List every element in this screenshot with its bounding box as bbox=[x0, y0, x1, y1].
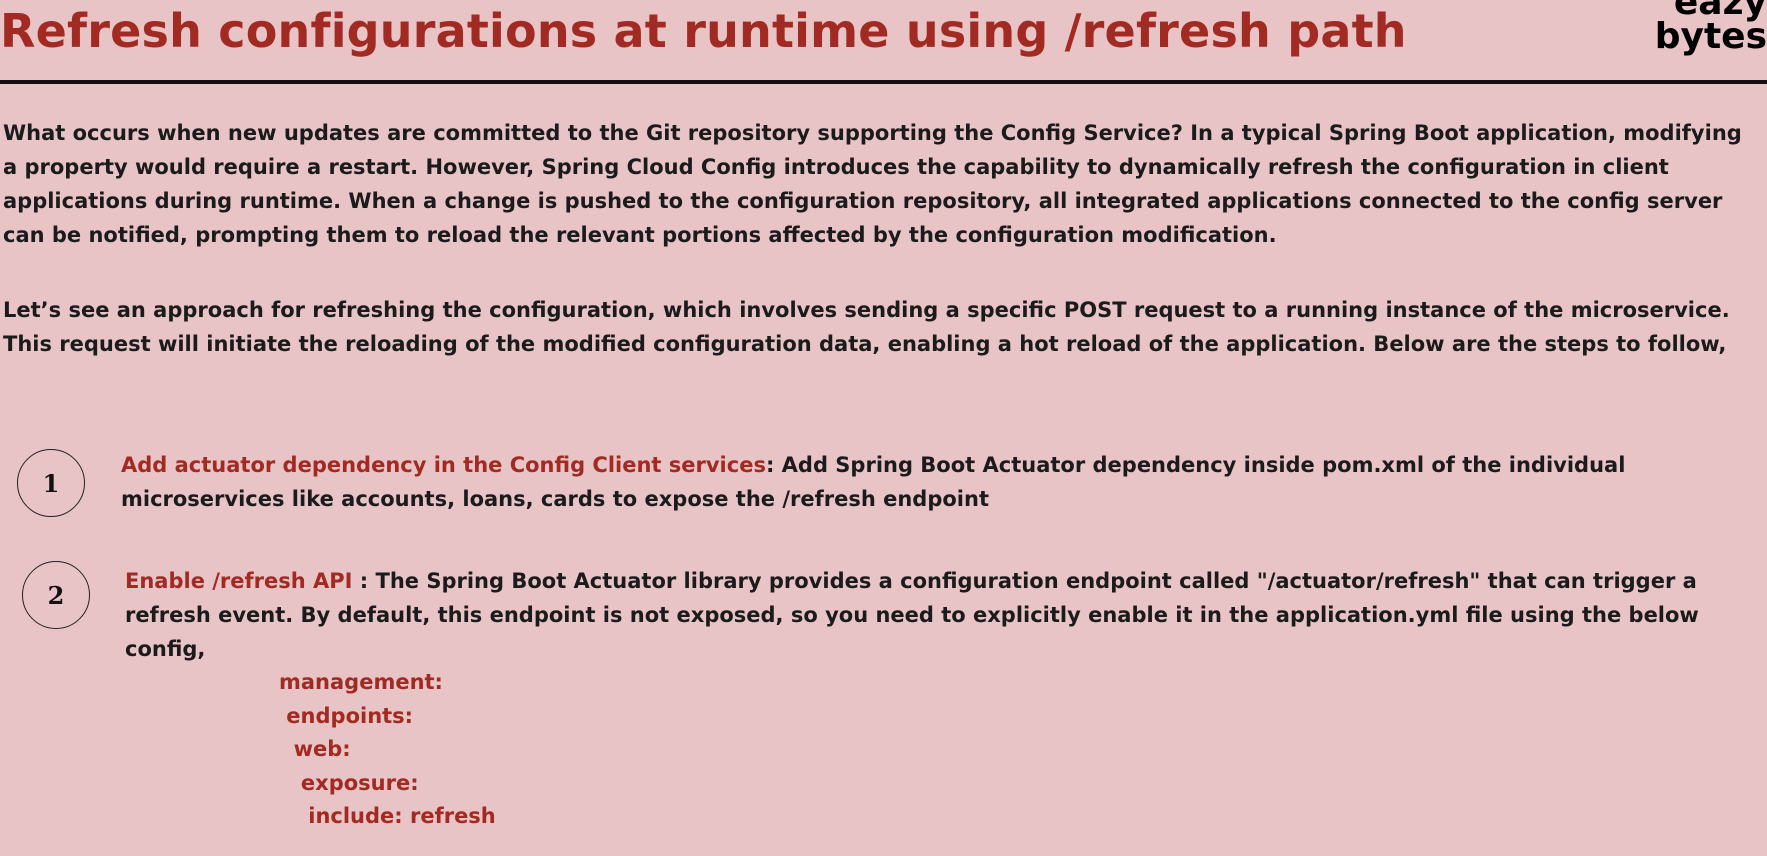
config-snippet: management: endpoints: web: exposure: in… bbox=[279, 666, 496, 834]
config-line-exposure: exposure: bbox=[279, 770, 419, 795]
step-1-number-badge: 1 bbox=[17, 449, 85, 517]
config-line-endpoints: endpoints: bbox=[279, 703, 414, 728]
step-2-text: Enable /refresh API : The Spring Boot Ac… bbox=[125, 564, 1761, 666]
step-2-number-badge: 2 bbox=[22, 561, 90, 629]
title-divider bbox=[0, 80, 1767, 84]
slide-title: Refresh configurations at runtime using … bbox=[0, 4, 1407, 58]
config-line-management: management: bbox=[279, 670, 443, 694]
config-line-include: include: refresh bbox=[279, 804, 496, 828]
step-2-heading: Enable /refresh API bbox=[125, 569, 353, 593]
step-2-separator: : bbox=[352, 569, 376, 593]
eazybytes-logo: eazy bytes bbox=[1651, 0, 1767, 56]
step-1-text: Add actuator dependency in the Config Cl… bbox=[121, 448, 1761, 516]
step-1-heading: Add actuator dependency in the Config Cl… bbox=[121, 453, 766, 477]
approach-paragraph: Let’s see an approach for refreshing the… bbox=[3, 298, 1730, 356]
config-line-web: web: bbox=[279, 737, 351, 761]
intro-paragraph: What occurs when new updates are committ… bbox=[3, 121, 1742, 247]
step-1-separator: : bbox=[765, 453, 782, 477]
logo-line-2: bytes bbox=[1654, 16, 1767, 56]
